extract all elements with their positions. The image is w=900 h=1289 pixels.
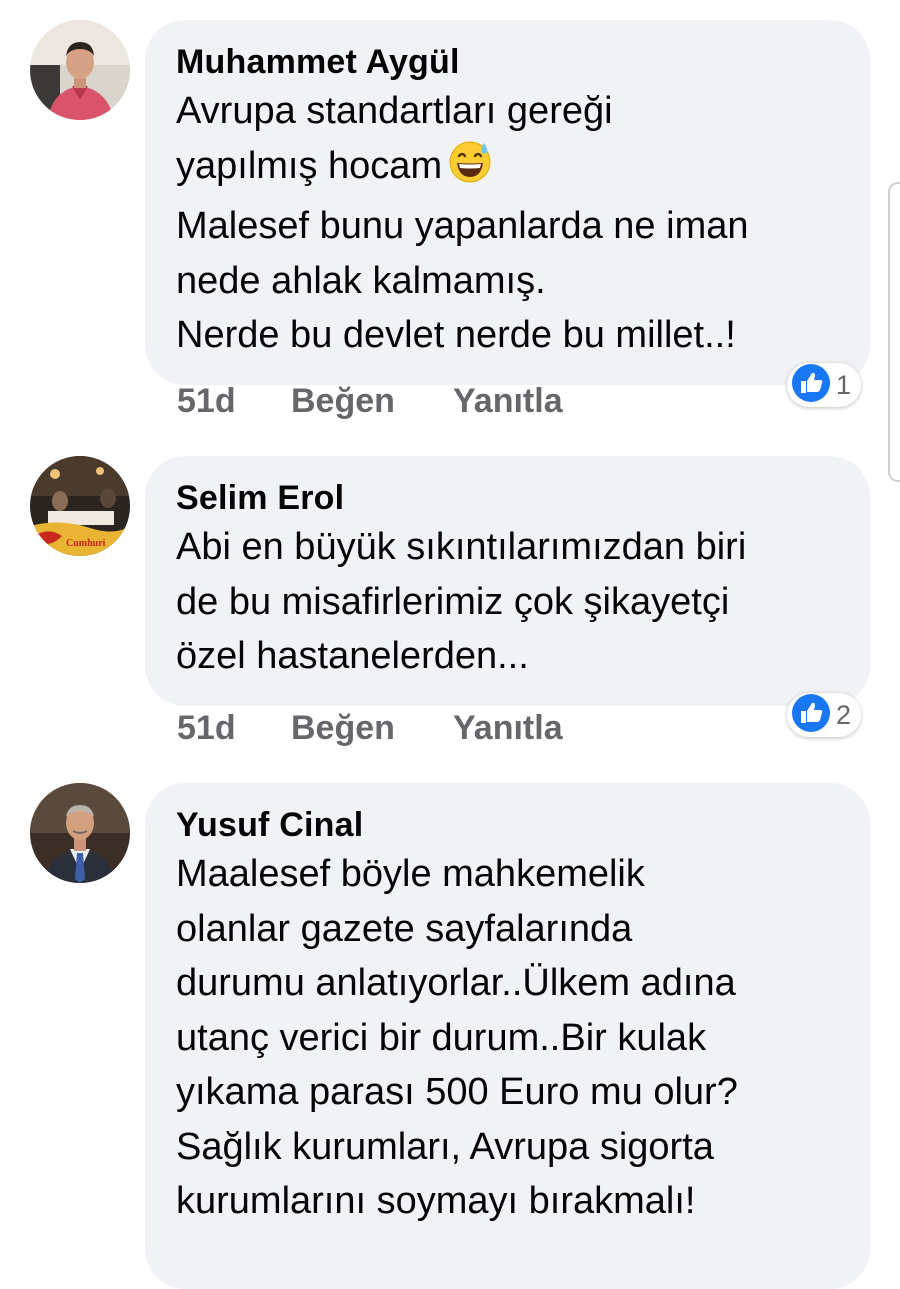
avatar[interactable] bbox=[30, 20, 130, 120]
scrollbar[interactable] bbox=[888, 182, 900, 482]
comment-bubble: Selim Erol Abi en büyük sıkıntılarımızda… bbox=[145, 456, 870, 706]
comment-line: yapılmış hocam bbox=[176, 144, 443, 187]
reaction-count: 2 bbox=[836, 699, 852, 730]
comment-line: Avrupa standartları gereği bbox=[176, 90, 613, 132]
comment-line: kurumlarını soymayı bırakmalı! bbox=[176, 1180, 696, 1222]
comment-line: yıkama parası 500 Euro mu olur? bbox=[176, 1071, 738, 1113]
comment-author[interactable]: Muhammet Aygül bbox=[176, 40, 840, 84]
comment-bubble: Yusuf Cinal Maalesef böyle mahkemelik ol… bbox=[145, 783, 870, 1289]
comment-line: olanlar gazete sayfalarında bbox=[176, 907, 633, 950]
comment-line: Abi en büyük sıkıntılarımızdan biri bbox=[176, 526, 747, 568]
reply-button[interactable]: Yanıtla bbox=[453, 382, 563, 421]
comment-text: Avrupa standartları gereği yapılmış hoca… bbox=[176, 84, 840, 363]
comment-line: Maalesef böyle mahkemelik bbox=[176, 853, 645, 895]
like-button[interactable]: Beğen bbox=[291, 382, 395, 421]
reply-button[interactable]: Yanıtla bbox=[453, 709, 563, 748]
like-button[interactable]: Beğen bbox=[291, 709, 395, 748]
like-icon bbox=[791, 363, 831, 408]
comment-text: Abi en büyük sıkıntılarımızdan biri de b… bbox=[176, 520, 840, 684]
comment-line-with-emoji: yapılmış hocam bbox=[176, 139, 840, 200]
reaction-summary[interactable]: 2 bbox=[787, 693, 862, 738]
reaction-count: 1 bbox=[836, 369, 852, 400]
comment-line: de bu misafirlerimiz çok şikayetçi bbox=[176, 580, 730, 623]
comment-bubble: Muhammet Aygül Avrupa standartları gereğ… bbox=[145, 20, 870, 385]
like-icon bbox=[791, 693, 831, 738]
comment-line: nede ahlak kalmamış. bbox=[176, 259, 546, 302]
comment-time[interactable]: 51d bbox=[177, 709, 236, 748]
grinning-sweat-emoji-icon bbox=[448, 140, 492, 200]
svg-text:Cumhuri: Cumhuri bbox=[66, 538, 106, 549]
comment-line: Sağlık kurumları, Avrupa sigorta bbox=[176, 1125, 714, 1168]
reaction-summary[interactable]: 1 bbox=[787, 363, 862, 408]
comment-line: Nerde bu devlet nerde bu millet..! bbox=[176, 314, 736, 356]
comment-time[interactable]: 51d bbox=[177, 382, 236, 421]
comment-line: durumu anlatıyorlar..Ülkem adına bbox=[176, 962, 736, 1004]
comment-line: utanç verici bir durum..Bir kulak bbox=[176, 1016, 707, 1059]
comment-author[interactable]: Yusuf Cinal bbox=[176, 803, 840, 847]
comment-author[interactable]: Selim Erol bbox=[176, 476, 840, 520]
avatar[interactable] bbox=[30, 783, 130, 883]
comment-line: özel hastanelerden... bbox=[176, 635, 529, 677]
avatar[interactable]: Cumhuri bbox=[30, 456, 130, 556]
comment-line: Malesef bunu yapanlarda ne iman bbox=[176, 205, 749, 247]
comment-text: Maalesef böyle mahkemelik olanlar gazete… bbox=[176, 847, 840, 1229]
